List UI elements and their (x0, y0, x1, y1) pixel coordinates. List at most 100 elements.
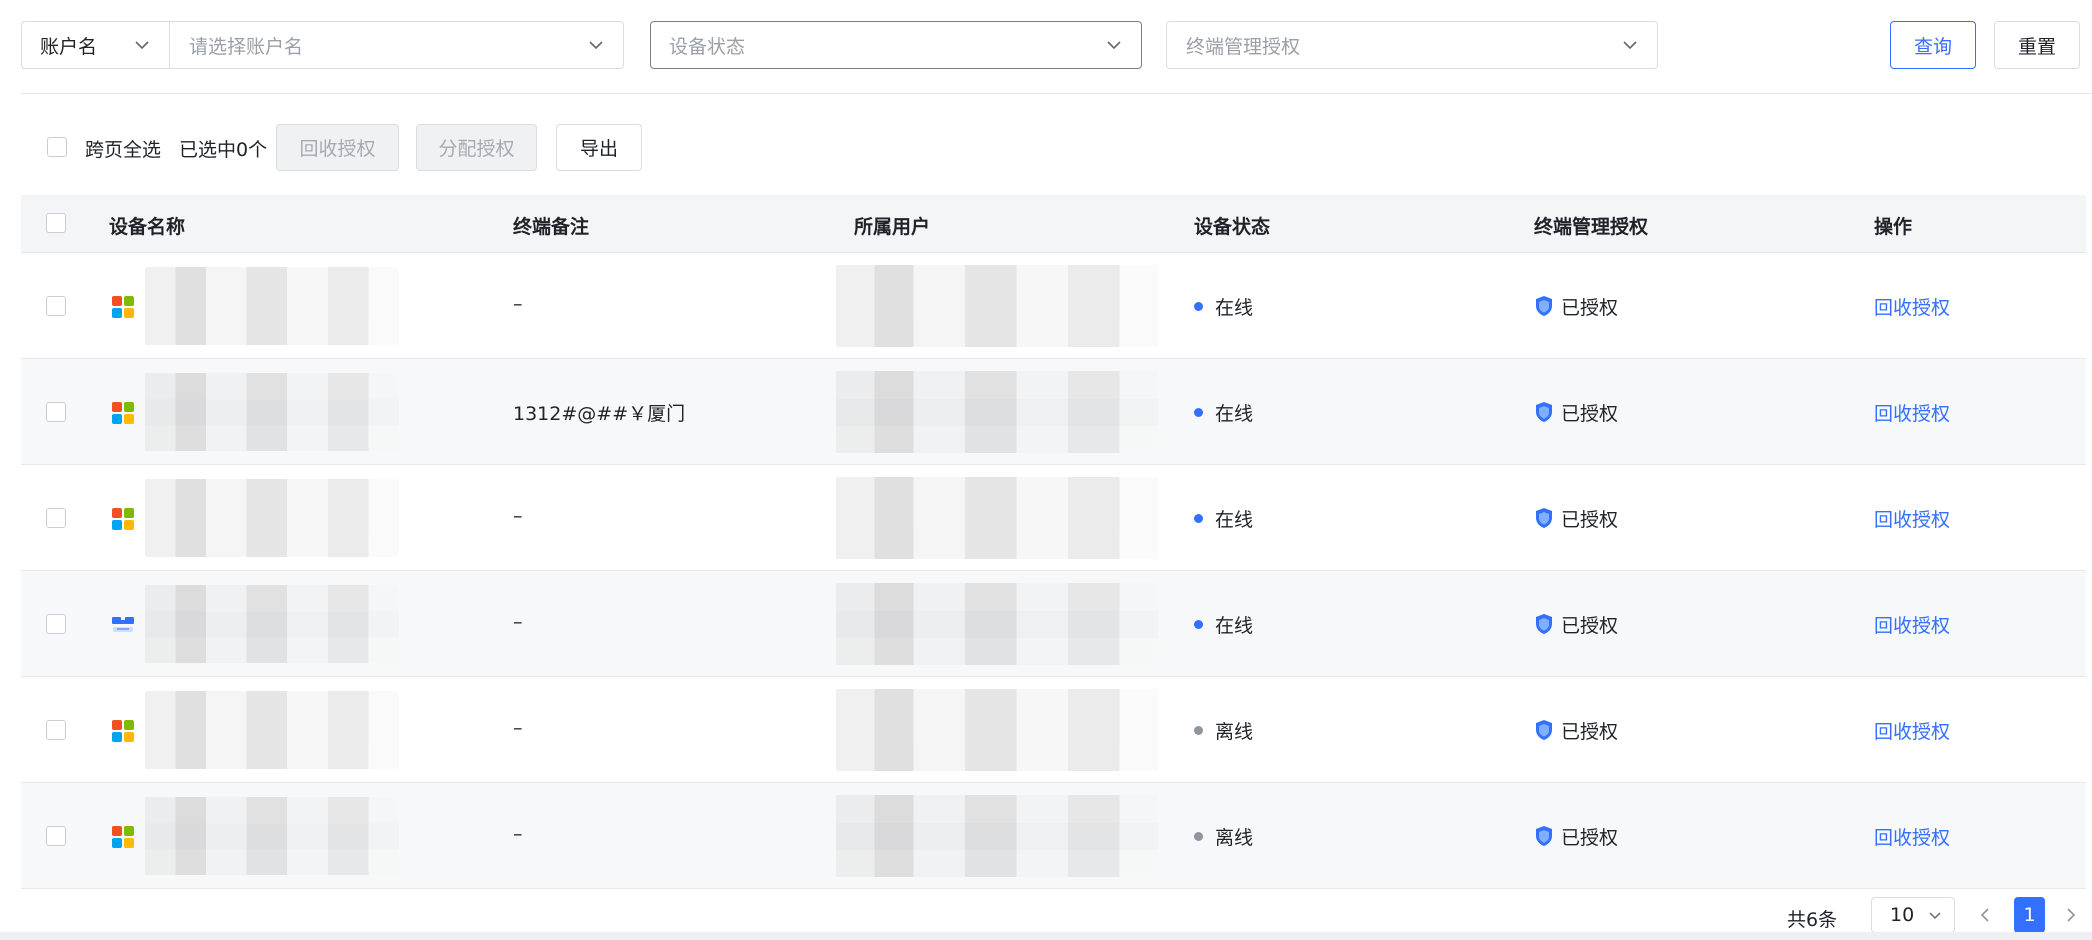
chevron-down-icon (1928, 908, 1942, 922)
row-checkbox[interactable] (46, 402, 66, 422)
account-type-value: 账户名 (40, 35, 98, 58)
table-row: – 在线 已授权 回收授权 (21, 253, 2086, 359)
status-cell: 在线 (1194, 611, 1253, 638)
current-page[interactable]: 1 (2014, 897, 2045, 933)
row-checkbox[interactable] (46, 508, 66, 528)
auth-cell: 已授权 (1534, 293, 1618, 320)
remark-cell: – (513, 823, 523, 845)
device-name-redacted (145, 373, 399, 451)
account-type-select[interactable]: 账户名 (21, 21, 170, 69)
header-status: 设备状态 (1194, 216, 1271, 238)
status-dot (1194, 514, 1203, 523)
header-auth: 终端管理授权 (1534, 216, 1649, 238)
row-checkbox[interactable] (46, 614, 66, 634)
export-button[interactable]: 导出 (556, 124, 642, 171)
header-user: 所属用户 (854, 216, 931, 238)
auth-text: 已授权 (1561, 509, 1619, 531)
table-row: – 离线 已授权 回收授权 (21, 677, 2086, 783)
status-dot (1194, 302, 1203, 311)
auth-text: 已授权 (1561, 721, 1619, 743)
auth-text: 已授权 (1561, 615, 1619, 637)
chevron-down-icon (587, 36, 605, 54)
batch-assign-auth-button[interactable]: 分配授权 (416, 124, 537, 171)
windows-icon (111, 825, 135, 849)
select-all-checkbox[interactable] (46, 213, 66, 233)
total-count: 共6条 (1787, 909, 1838, 931)
uos-icon (111, 613, 135, 637)
filter-bar: 账户名 请选择账户名 设备状态 终端管理授权 查询 重置 (21, 21, 2092, 69)
shield-icon (1534, 825, 1554, 847)
auth-text: 已授权 (1561, 403, 1619, 425)
status-dot (1194, 726, 1203, 735)
status-dot (1194, 620, 1203, 629)
cross-page-select-checkbox[interactable] (47, 137, 67, 157)
auth-cell: 已授权 (1534, 399, 1618, 426)
status-cell: 在线 (1194, 293, 1253, 320)
table-row: – 在线 已授权 回收授权 (21, 571, 2086, 677)
auth-cell: 已授权 (1534, 611, 1618, 638)
auth-cell: 已授权 (1534, 717, 1618, 744)
status-cell: 离线 (1194, 823, 1253, 850)
status-text: 离线 (1215, 721, 1254, 743)
auth-cell: 已授权 (1534, 823, 1618, 850)
next-page-icon[interactable] (2061, 905, 2081, 925)
table-header: 设备名称 终端备注 所属用户 设备状态 终端管理授权 操作 (21, 195, 2086, 253)
header-device-name: 设备名称 (109, 216, 186, 238)
user-redacted (836, 583, 1158, 665)
windows-icon (111, 295, 135, 319)
page-size-select[interactable]: 10 (1871, 897, 1955, 933)
shield-icon (1534, 401, 1554, 423)
prev-page-icon[interactable] (1975, 905, 1995, 925)
user-redacted (836, 689, 1158, 771)
status-text: 在线 (1215, 297, 1254, 319)
auth-cell: 已授权 (1534, 505, 1618, 532)
user-redacted (836, 477, 1158, 559)
status-cell: 离线 (1194, 717, 1253, 744)
remark-cell: – (513, 293, 523, 315)
remark-cell: – (513, 505, 523, 527)
chevron-down-icon (1105, 36, 1123, 54)
status-text: 在线 (1215, 509, 1254, 531)
status-dot (1194, 832, 1203, 841)
account-name-select[interactable]: 请选择账户名 (169, 21, 624, 69)
chevron-down-icon (133, 36, 151, 54)
auth-text: 已授权 (1561, 827, 1619, 849)
recycle-auth-link[interactable]: 回收授权 (1874, 717, 1950, 744)
page-size-value: 10 (1890, 904, 1915, 926)
reset-button[interactable]: 重置 (1994, 21, 2080, 69)
user-redacted (836, 795, 1158, 877)
terminal-auth-select[interactable]: 终端管理授权 (1166, 21, 1658, 69)
batch-recycle-auth-button[interactable]: 回收授权 (276, 124, 399, 171)
user-redacted (836, 265, 1158, 347)
shield-icon (1534, 613, 1554, 635)
recycle-auth-link[interactable]: 回收授权 (1874, 823, 1950, 850)
header-remark: 终端备注 (513, 216, 590, 238)
table-row: 1312#@##￥厦门 在线 已授权 回收授权 (21, 359, 2086, 465)
user-redacted (836, 371, 1158, 453)
recycle-auth-link[interactable]: 回收授权 (1874, 399, 1950, 426)
bottom-strip (0, 932, 2092, 940)
query-button[interactable]: 查询 (1890, 21, 1976, 69)
device-name-redacted (145, 585, 399, 663)
account-name-placeholder: 请选择账户名 (189, 35, 304, 58)
row-checkbox[interactable] (46, 826, 66, 846)
auth-text: 已授权 (1561, 297, 1619, 319)
row-checkbox[interactable] (46, 720, 66, 740)
device-name-redacted (145, 797, 399, 875)
device-name-redacted (145, 479, 399, 557)
remark-cell: 1312#@##￥厦门 (513, 403, 686, 425)
divider (21, 93, 2092, 94)
windows-icon (111, 507, 135, 531)
windows-icon (111, 719, 135, 743)
row-checkbox[interactable] (46, 296, 66, 316)
device-status-select[interactable]: 设备状态 (650, 21, 1142, 69)
status-cell: 在线 (1194, 505, 1253, 532)
recycle-auth-link[interactable]: 回收授权 (1874, 293, 1950, 320)
recycle-auth-link[interactable]: 回收授权 (1874, 611, 1950, 638)
device-name-redacted (145, 691, 399, 769)
recycle-auth-link[interactable]: 回收授权 (1874, 505, 1950, 532)
shield-icon (1534, 295, 1554, 317)
shield-icon (1534, 507, 1554, 529)
status-text: 在线 (1215, 403, 1254, 425)
status-cell: 在线 (1194, 399, 1253, 426)
